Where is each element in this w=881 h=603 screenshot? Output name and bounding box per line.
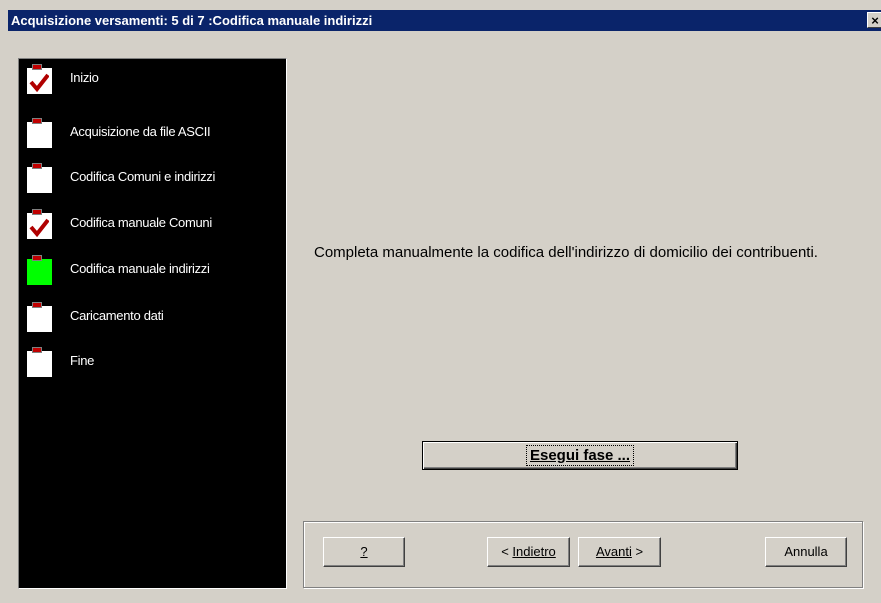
step-item-current: Codifica manuale indirizzi xyxy=(27,255,282,287)
step-item: Inizio xyxy=(27,64,282,96)
execute-step-label: Esegui fase ... xyxy=(525,445,635,466)
step-label: Caricamento dati xyxy=(70,308,164,323)
step-description: Completa manualmente la codifica dell'in… xyxy=(314,244,818,261)
clipboard-icon xyxy=(27,163,52,193)
step-label: Acquisizione da file ASCII xyxy=(70,124,211,139)
execute-step-button[interactable]: Esegui fase ... xyxy=(422,441,738,470)
clipboard-icon xyxy=(27,347,52,377)
step-item: Codifica manuale Comuni xyxy=(27,209,282,241)
help-label: ? xyxy=(360,544,368,559)
checked-clipboard-icon xyxy=(27,64,52,94)
window-title: Acquisizione versamenti: 5 di 7 :Codific… xyxy=(11,13,373,28)
back-arrow: < xyxy=(501,544,513,559)
step-item: Acquisizione da file ASCII xyxy=(27,118,282,150)
next-label: Avanti xyxy=(595,544,632,559)
cancel-button[interactable]: Annulla xyxy=(765,537,847,567)
back-label: Indietro xyxy=(512,544,556,559)
step-label: Inizio xyxy=(70,70,99,85)
step-label: Codifica Comuni e indirizzi xyxy=(70,169,216,184)
cancel-label: Annulla xyxy=(784,544,828,559)
steps-panel: Inizio Acquisizione da file ASCII Codifi… xyxy=(18,58,287,589)
clipboard-icon xyxy=(27,118,52,148)
title-bar[interactable]: Acquisizione versamenti: 5 di 7 :Codific… xyxy=(8,10,881,31)
clipboard-icon xyxy=(27,302,52,332)
next-button[interactable]: Avanti > xyxy=(578,537,661,567)
back-button[interactable]: < Indietro xyxy=(487,537,570,567)
wizard-window: Acquisizione versamenti: 5 di 7 :Codific… xyxy=(0,0,881,603)
step-item: Caricamento dati xyxy=(27,302,282,334)
current-step-clipboard-icon xyxy=(27,255,52,285)
help-button[interactable]: ? xyxy=(323,537,405,567)
checked-clipboard-icon xyxy=(27,209,52,239)
step-item: Codifica Comuni e indirizzi xyxy=(27,163,282,195)
step-label: Fine xyxy=(70,353,95,368)
next-arrow: > xyxy=(631,544,644,559)
step-label: Codifica manuale indirizzi xyxy=(70,261,210,276)
close-icon: × xyxy=(871,13,879,28)
step-item: Fine xyxy=(27,347,282,379)
step-label: Codifica manuale Comuni xyxy=(70,215,212,230)
close-button[interactable]: × xyxy=(867,12,881,28)
